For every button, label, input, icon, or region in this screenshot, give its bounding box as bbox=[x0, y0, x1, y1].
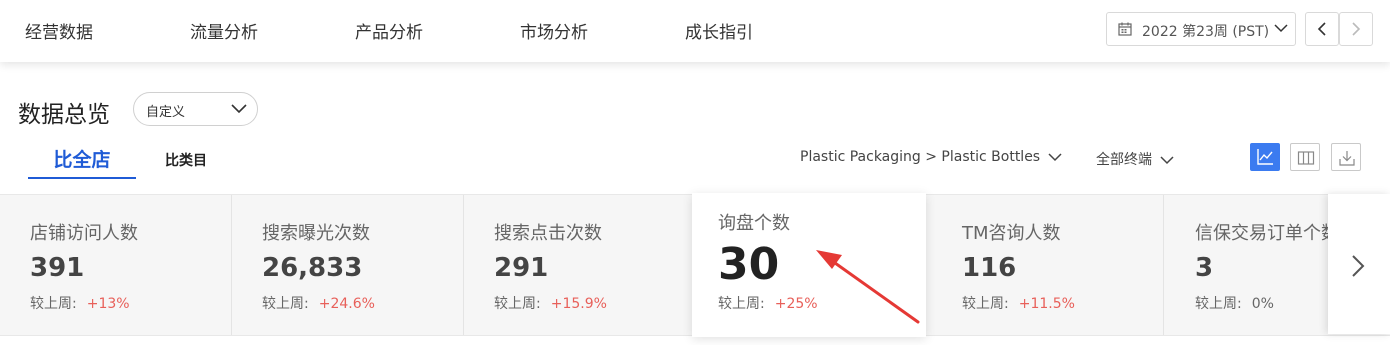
download-icon bbox=[1339, 151, 1355, 166]
line-chart-button[interactable] bbox=[1250, 143, 1280, 171]
terminal-filter[interactable]: 全部终端 bbox=[1096, 149, 1174, 169]
terminal-filter-value: 全部终端 bbox=[1096, 152, 1152, 168]
metrics-next-button[interactable] bbox=[1328, 194, 1390, 334]
range-select-value: 自定义 bbox=[146, 105, 186, 120]
chevron-right-icon bbox=[1352, 255, 1365, 277]
metric-value: 116 bbox=[962, 253, 1017, 283]
metric-change: +24.6% bbox=[318, 296, 375, 312]
next-week-button[interactable] bbox=[1339, 12, 1373, 46]
week-date-selector[interactable]: 2022 第23周 (PST) bbox=[1106, 12, 1296, 46]
metric-compare: 较上周: +15.9% bbox=[494, 296, 607, 312]
chevron-down-icon bbox=[231, 104, 247, 114]
columns-button[interactable] bbox=[1290, 143, 1320, 171]
metric-value: 3 bbox=[1195, 253, 1214, 283]
chevron-left-icon bbox=[1317, 22, 1326, 36]
metric-card-search-clicks[interactable]: 搜索点击次数 291 较上周: +15.9% bbox=[464, 195, 696, 335]
metric-label: 搜索点击次数 bbox=[494, 223, 602, 244]
nav-item-market-analysis[interactable]: 市场分析 bbox=[520, 18, 588, 43]
chevron-right-icon bbox=[1352, 22, 1361, 36]
metric-change: +15.9% bbox=[550, 296, 607, 312]
tab-compare-category[interactable]: 比类目 bbox=[165, 150, 207, 170]
metric-change: +11.5% bbox=[1018, 296, 1075, 312]
metric-value: 30 bbox=[718, 239, 780, 290]
chevron-down-icon bbox=[1160, 155, 1174, 164]
metric-compare: 较上周: +25% bbox=[718, 296, 818, 312]
category-filter-value: Plastic Packaging > Plastic Bottles bbox=[800, 149, 1041, 165]
nav-item-business-data[interactable]: 经营数据 bbox=[25, 18, 93, 43]
metric-card-inquiries[interactable]: 询盘个数 30 较上周: +25% bbox=[692, 193, 926, 337]
metric-compare: 较上周: +13% bbox=[30, 296, 130, 312]
metric-change: 0% bbox=[1251, 296, 1274, 312]
category-filter[interactable]: Plastic Packaging > Plastic Bottles bbox=[800, 149, 1062, 165]
metric-label: 店铺访问人数 bbox=[30, 223, 138, 244]
metric-value: 391 bbox=[30, 253, 85, 283]
week-date-value: 2022 第23周 (PST) bbox=[1142, 24, 1270, 40]
nav-item-growth-guide[interactable]: 成长指引 bbox=[685, 18, 753, 43]
prev-week-button[interactable] bbox=[1305, 12, 1339, 46]
metric-label: 询盘个数 bbox=[718, 213, 790, 234]
metric-card-search-impressions[interactable]: 搜索曝光次数 26,833 较上周: +24.6% bbox=[232, 195, 464, 335]
metric-compare: 较上周: +24.6% bbox=[262, 296, 375, 312]
metric-value: 291 bbox=[494, 253, 549, 283]
nav-item-product-analysis[interactable]: 产品分析 bbox=[355, 18, 423, 43]
download-button[interactable] bbox=[1331, 143, 1361, 171]
chevron-down-icon bbox=[1274, 24, 1288, 33]
nav-item-traffic-analysis[interactable]: 流量分析 bbox=[190, 18, 258, 43]
metric-card-store-visitors[interactable]: 店铺访问人数 391 较上周: +13% bbox=[0, 195, 232, 335]
line-chart-icon bbox=[1257, 149, 1273, 165]
tab-compare-store[interactable]: 比全店 bbox=[28, 145, 136, 179]
calendar-icon bbox=[1118, 22, 1132, 36]
metric-card-tm-consultations[interactable]: TM咨询人数 116 较上周: +11.5% bbox=[932, 195, 1164, 335]
chevron-down-icon bbox=[1048, 152, 1062, 161]
metric-value: 26,833 bbox=[262, 253, 363, 283]
metric-label: 信保交易订单个数 bbox=[1195, 223, 1339, 244]
page-title: 数据总览 bbox=[18, 102, 110, 128]
range-select[interactable]: 自定义 bbox=[133, 92, 258, 126]
metric-label: 搜索曝光次数 bbox=[262, 223, 370, 244]
metric-change: +25% bbox=[774, 296, 818, 312]
metric-label: TM咨询人数 bbox=[962, 223, 1061, 244]
metric-change: +13% bbox=[86, 296, 130, 312]
columns-icon bbox=[1297, 151, 1315, 165]
top-nav-bar: 经营数据 流量分析 产品分析 市场分析 成长指引 2022 第23周 (PST) bbox=[0, 0, 1390, 62]
metric-compare: 较上周: 0% bbox=[1195, 296, 1274, 312]
metric-compare: 较上周: +11.5% bbox=[962, 296, 1075, 312]
metrics-row: 店铺访问人数 391 较上周: +13% 搜索曝光次数 26,833 较上周: +2… bbox=[0, 193, 1390, 337]
